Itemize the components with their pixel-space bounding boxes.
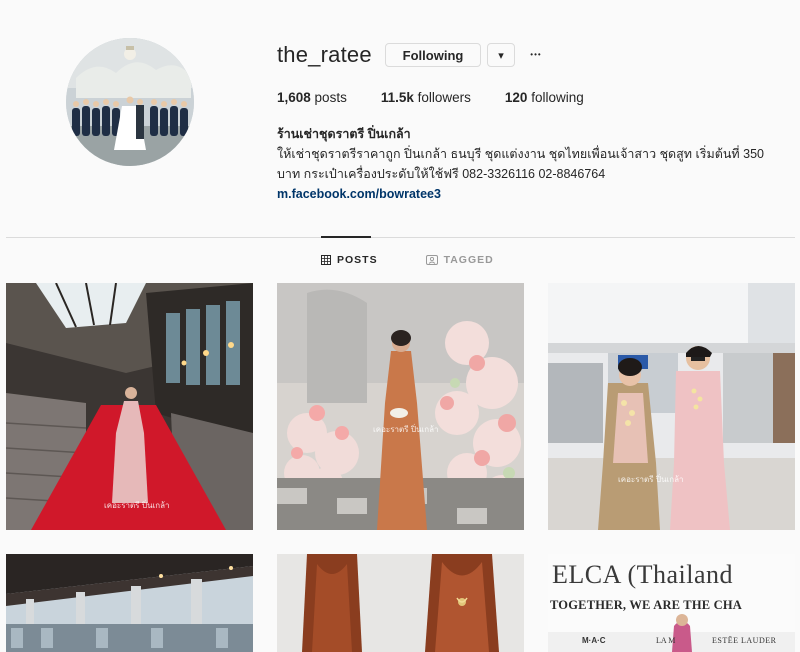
posts-count-label: posts xyxy=(310,90,347,105)
tag-icon xyxy=(425,255,438,265)
post-brand-logo: LA M xyxy=(656,636,676,645)
post-brand-logo: M·A·C xyxy=(582,636,606,645)
bio-full-name: ร้านเช่าชุดราตรี ปิ่นเกล้า xyxy=(277,127,411,141)
post-watermark: เคอะราตรี ปิ่นเกล้า xyxy=(373,425,439,434)
following-button[interactable]: Following xyxy=(385,43,481,67)
tab-tagged-label: TAGGED xyxy=(443,254,494,266)
active-tab-indicator xyxy=(321,236,371,238)
profile-bio: ร้านเช่าชุดราตรี ปิ่นเกล้า ให้เช่าชุดราต… xyxy=(277,124,787,204)
post-thumbnail[interactable] xyxy=(277,554,524,652)
profile-stats: 1,608 posts 11.5k followers 120 followin… xyxy=(277,90,584,105)
more-dots-icon: ••• xyxy=(530,49,542,59)
followers-link[interactable]: 11.5k followers xyxy=(381,90,471,105)
post-thumbnail[interactable]: เคอะราตรี ปิ่นเกล้า xyxy=(6,283,253,530)
tabs-divider xyxy=(6,237,795,238)
following-count-label: following xyxy=(527,90,584,105)
tab-tagged[interactable]: TAGGED xyxy=(425,254,494,266)
post-banner-subtitle: TOGETHER, WE ARE THE CHA xyxy=(550,598,743,612)
profile-username: the_ratee xyxy=(277,42,372,67)
post-image xyxy=(277,554,524,652)
following-link[interactable]: 120 following xyxy=(505,90,584,105)
profile-header: the_ratee Following ▾ ••• 1,608 posts 11… xyxy=(0,0,800,236)
post-image xyxy=(6,283,253,530)
post-watermark: เคอะราตรี ปิ่นเกล้า xyxy=(104,501,170,510)
profile-avatar[interactable] xyxy=(66,38,194,166)
post-image xyxy=(548,283,795,530)
followers-count-value: 11.5k xyxy=(380,90,414,105)
grid-icon xyxy=(321,255,331,265)
posts-count: 1,608 posts xyxy=(277,90,347,105)
post-thumbnail[interactable]: เคอะราตรี ปิ่นเกล้า xyxy=(548,283,795,530)
avatar-photo xyxy=(66,38,194,166)
suggestions-dropdown-button[interactable]: ▾ xyxy=(487,43,515,67)
post-thumbnail[interactable]: เคอะราตรี ปิ่นเกล้า xyxy=(277,283,524,530)
followers-count-label: followers xyxy=(413,90,471,105)
bio-description: ให้เช่าชุดราตรีราคาถูก ปิ่นเกล้า ธนบุรี … xyxy=(277,147,764,181)
post-thumbnail[interactable]: ELCA (Thailand TOGETHER, WE ARE THE CHA … xyxy=(548,554,795,652)
tab-posts[interactable]: POSTS xyxy=(321,254,378,266)
post-brand-logo: ESTĒE LAUDER xyxy=(712,636,777,645)
chevron-down-icon: ▾ xyxy=(498,49,504,62)
post-watermark: เคอะราตรี ปิ่นเกล้า xyxy=(618,475,684,484)
bio-external-link[interactable]: m.facebook.com/bowratee3 xyxy=(277,184,787,204)
posts-count-value: 1,608 xyxy=(277,90,311,105)
following-count-value: 120 xyxy=(504,90,528,105)
more-options-button[interactable]: ••• xyxy=(526,44,546,64)
tab-posts-label: POSTS xyxy=(337,254,378,266)
post-image xyxy=(277,283,524,530)
profile-tabs: POSTS TAGGED xyxy=(321,254,494,266)
post-banner-title: ELCA (Thailand xyxy=(552,560,734,589)
post-thumbnail[interactable] xyxy=(6,554,253,652)
post-image xyxy=(6,554,253,652)
